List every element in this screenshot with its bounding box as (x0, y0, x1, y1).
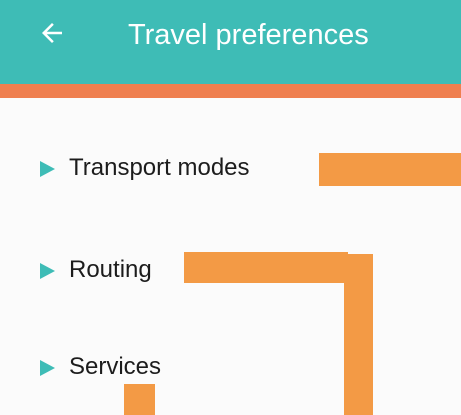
travel-preferences-screen: Travel preferences Transport modes Routi… (0, 0, 461, 415)
redaction-mark (344, 254, 373, 415)
redaction-mark (124, 384, 155, 415)
preference-item-services[interactable]: Services (40, 349, 161, 385)
page-title: Travel preferences (128, 19, 369, 51)
expand-triangle-icon (40, 160, 55, 177)
preference-item-transport-modes[interactable]: Transport modes (40, 150, 250, 186)
accent-divider (0, 84, 461, 98)
app-bar: Travel preferences (0, 0, 461, 84)
expand-triangle-icon (40, 262, 55, 279)
expand-triangle-icon (40, 359, 55, 376)
preference-item-label: Routing (69, 256, 152, 283)
back-button[interactable] (32, 13, 72, 53)
redaction-mark (319, 153, 461, 186)
preference-item-label: Services (69, 353, 162, 380)
preference-item-routing[interactable]: Routing (40, 252, 152, 288)
preference-item-label: Transport modes (69, 154, 250, 181)
redaction-mark (184, 252, 348, 283)
arrow-left-icon (42, 23, 62, 43)
